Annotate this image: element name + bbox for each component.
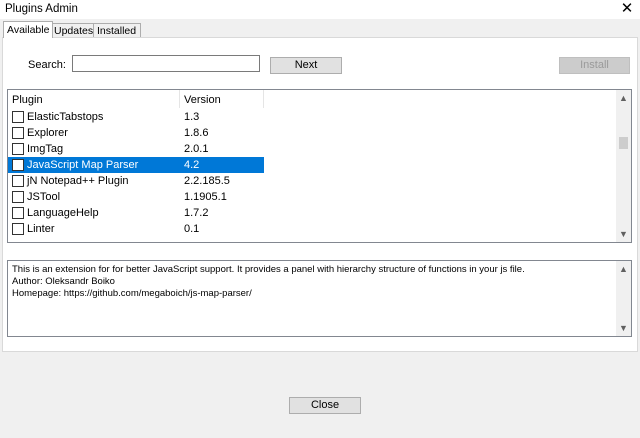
chevron-up-icon[interactable]: ▲	[616, 261, 631, 277]
plugin-name-cell: Linter	[8, 221, 180, 237]
next-button[interactable]: Next	[270, 57, 342, 74]
plugin-name: jN Notepad++ Plugin	[27, 175, 129, 187]
chevron-up-icon[interactable]: ▲	[616, 90, 631, 106]
plugin-name: Linter	[27, 223, 55, 235]
plugin-checkbox[interactable]	[12, 143, 24, 155]
column-header-plugin[interactable]: Plugin	[8, 90, 180, 108]
plugin-name-cell: JSTool	[8, 189, 180, 205]
plugin-name: JavaScript Map Parser	[27, 159, 139, 171]
plugin-name-cell: JavaScript Map Parser	[8, 157, 180, 173]
close-icon[interactable]: ✕	[616, 0, 638, 19]
plugin-version: 1.8.6	[184, 127, 209, 139]
scrollbar-thumb[interactable]	[619, 137, 628, 149]
plugin-version: 1.3	[184, 111, 200, 123]
plugin-name-cell: ElasticTabstops	[8, 109, 180, 125]
description-homepage: Homepage: https://github.com/megaboich/j…	[12, 288, 252, 299]
title-bar: Plugins Admin ✕	[0, 0, 640, 19]
plugin-version: 0.1	[184, 223, 200, 235]
plugin-checkbox[interactable]	[12, 175, 24, 187]
list-scrollbar[interactable]: ▲ ▼	[616, 90, 631, 242]
list-item[interactable]: JavaScript Map Parser 4.2	[8, 157, 264, 173]
plugin-name: JSTool	[27, 191, 61, 203]
list-item[interactable]: ElasticTabstops 1.3	[8, 109, 264, 125]
description-scrollbar[interactable]: ▲ ▼	[616, 261, 631, 336]
plugin-name-cell: LanguageHelp	[8, 205, 180, 221]
chevron-down-icon[interactable]: ▼	[616, 226, 631, 242]
plugin-version: 1.1905.1	[184, 191, 227, 203]
plugin-name-cell: ImgTag	[8, 141, 180, 157]
plugin-name: ElasticTabstops	[27, 111, 104, 123]
plugin-checkbox[interactable]	[12, 223, 24, 235]
description-line: This is an extension for for better Java…	[12, 264, 525, 275]
plugin-checkbox[interactable]	[12, 111, 24, 123]
chevron-down-icon[interactable]: ▼	[616, 320, 631, 336]
close-button[interactable]: Close	[289, 397, 361, 414]
search-input[interactable]	[72, 55, 260, 72]
list-item[interactable]: ImgTag 2.0.1	[8, 141, 264, 157]
description-author: Author: Oleksandr Boiko	[12, 276, 115, 287]
tab-updates[interactable]: Updates	[50, 23, 96, 38]
list-item[interactable]: jN Notepad++ Plugin 2.2.185.5	[8, 173, 264, 189]
plugin-name: Explorer	[27, 127, 68, 139]
plugin-checkbox[interactable]	[12, 207, 24, 219]
install-button[interactable]: Install	[559, 57, 630, 74]
list-item[interactable]: Linter 0.1	[8, 221, 264, 237]
plugin-checkbox[interactable]	[12, 127, 24, 139]
list-item[interactable]: JSTool 1.1905.1	[8, 189, 264, 205]
plugin-name: LanguageHelp	[27, 207, 99, 219]
list-item[interactable]: Explorer 1.8.6	[8, 125, 264, 141]
list-item[interactable]: LanguageHelp 1.7.2	[8, 205, 264, 221]
plugin-name: ImgTag	[27, 143, 64, 155]
plugin-version: 2.0.1	[184, 143, 209, 155]
plugin-list[interactable]: Plugin Version ElasticTabstops 1.3 Explore…	[7, 89, 632, 243]
plugin-version: 2.2.185.5	[184, 175, 230, 187]
column-header-version[interactable]: Version	[180, 90, 264, 108]
plugin-checkbox[interactable]	[12, 191, 24, 203]
window-title: Plugins Admin	[5, 3, 78, 15]
tab-available[interactable]: Available	[3, 21, 53, 38]
plugin-version: 1.7.2	[184, 207, 209, 219]
plugin-name-cell: Explorer	[8, 125, 180, 141]
plugin-checkbox[interactable]	[12, 159, 24, 171]
tab-installed[interactable]: Installed	[93, 23, 141, 38]
search-label: Search:	[28, 59, 66, 71]
plugin-name-cell: jN Notepad++ Plugin	[8, 173, 180, 189]
plugin-version: 4.2	[184, 159, 200, 171]
plugin-description: This is an extension for for better Java…	[7, 260, 632, 337]
